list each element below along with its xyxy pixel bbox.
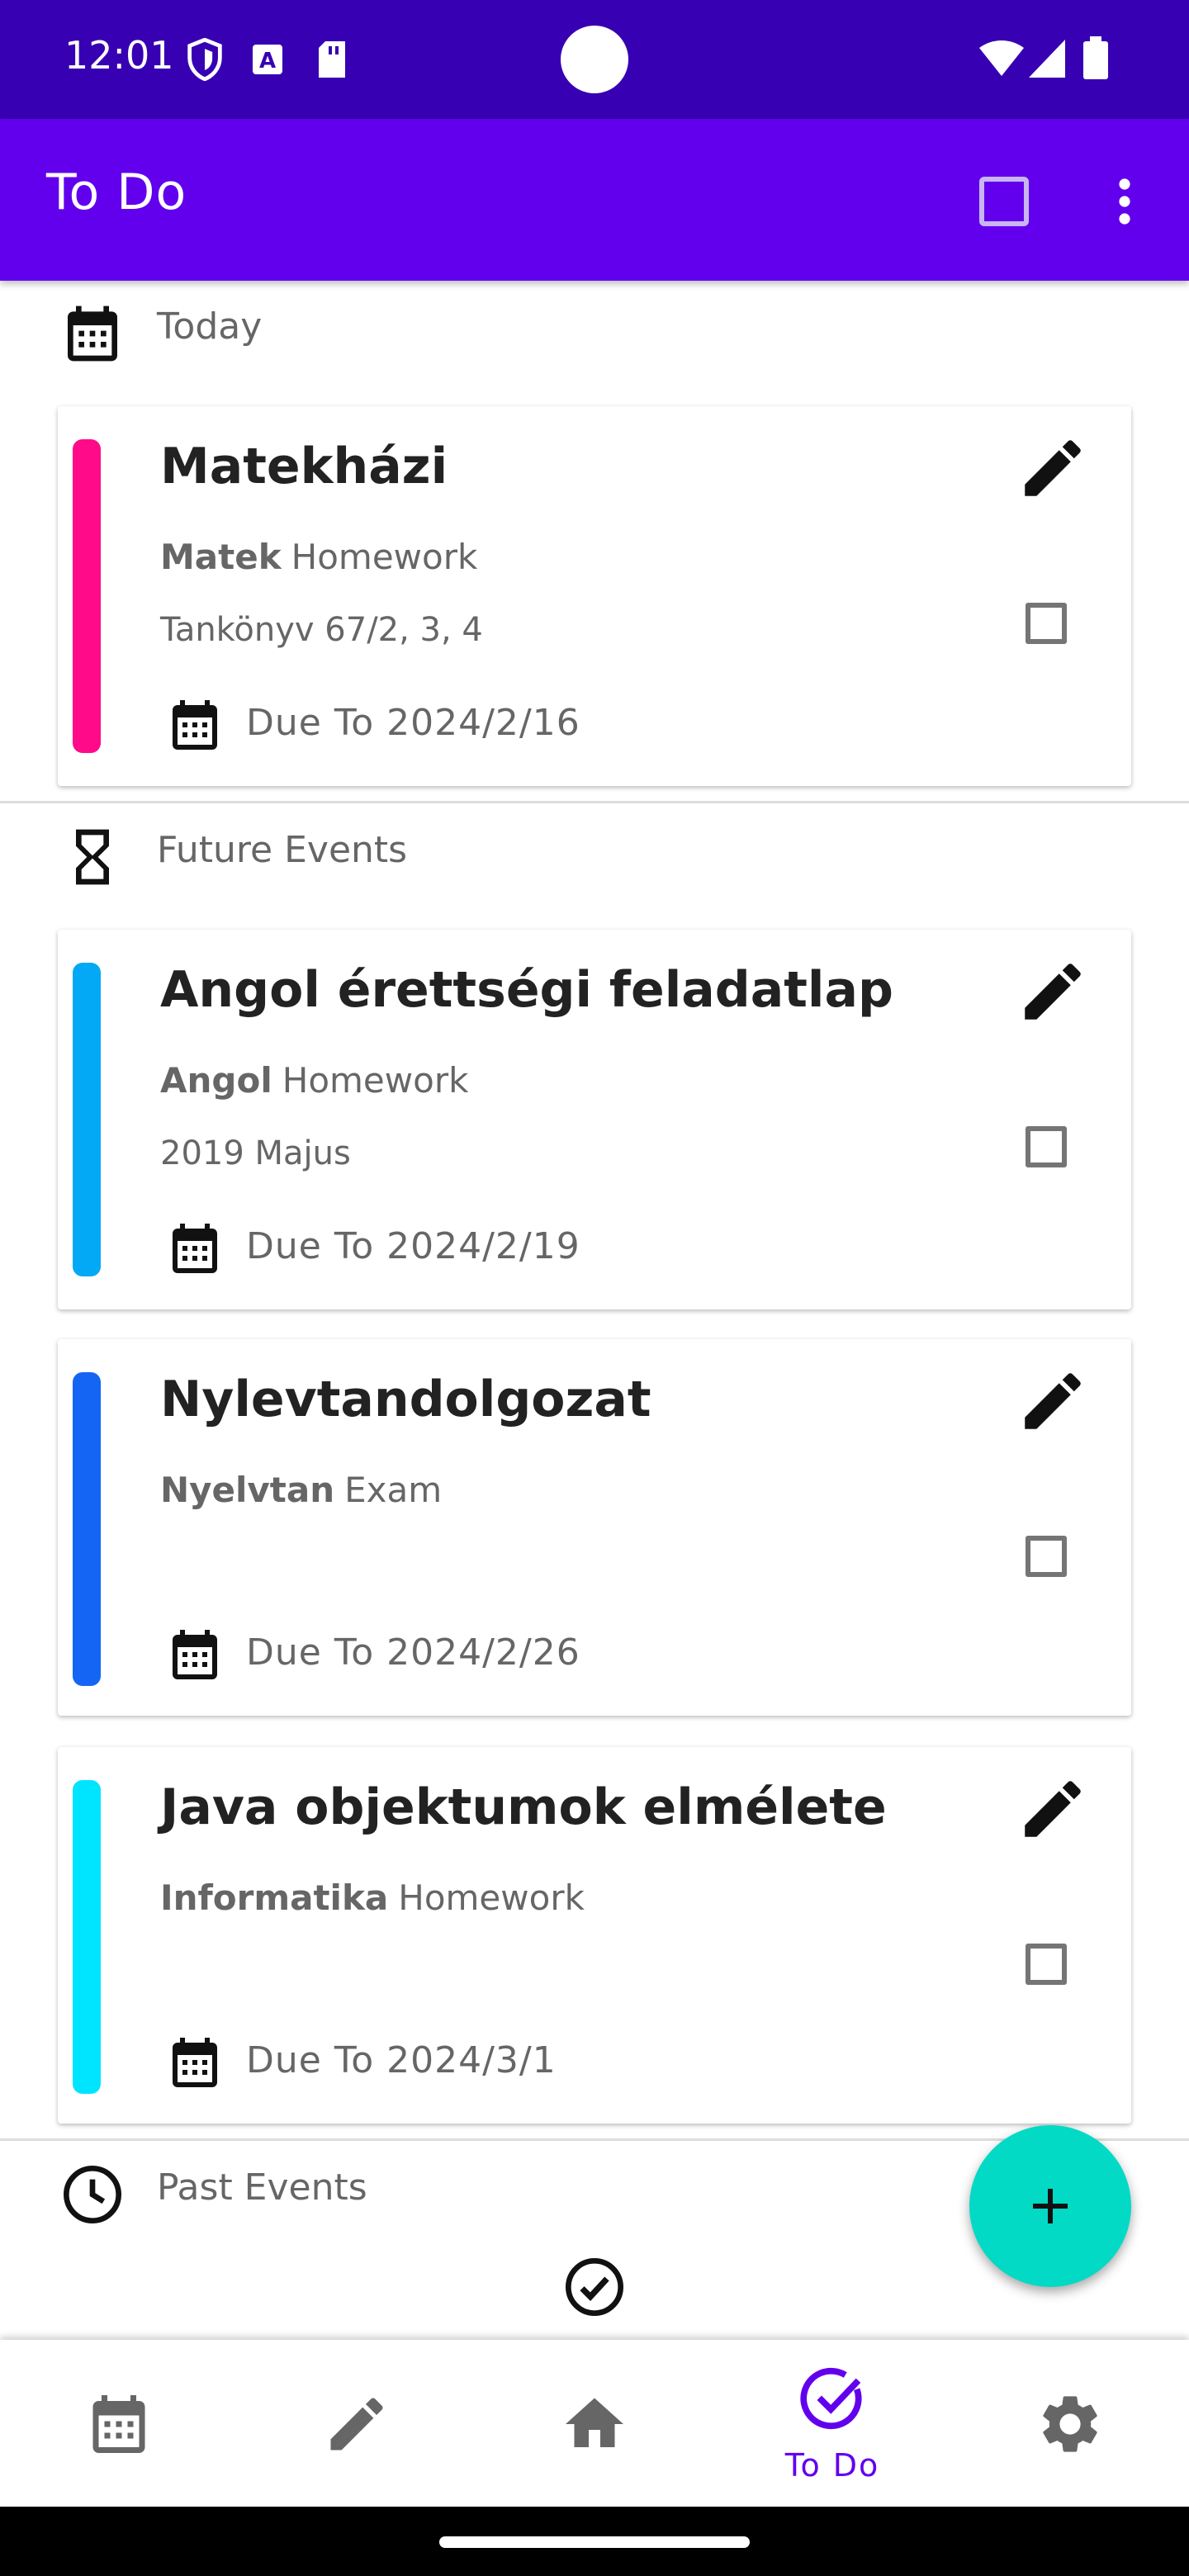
task-title: Java objektumok elmélete — [160, 1778, 887, 1836]
task-due-date: Due To 2024/2/19 — [246, 1225, 580, 1267]
section-today: Today — [0, 281, 1189, 380]
plus-icon — [1033, 2189, 1068, 2223]
section-label-past: Past Events — [157, 2166, 367, 2209]
task-due-date: Due To 2024/3/1 — [246, 2039, 557, 2081]
more-vert-icon[interactable] — [1095, 168, 1154, 234]
app-bar: To Do — [0, 119, 1189, 281]
font-a-icon: A — [253, 45, 282, 74]
shield-icon — [187, 38, 222, 81]
calendar-icon — [173, 700, 217, 750]
subject-color-stripe — [73, 1780, 101, 2094]
edit-icon[interactable] — [1016, 1364, 1090, 1438]
task-subject: Informatika Homework — [160, 1878, 585, 1918]
task-title: Angol érettségi feladatlap — [160, 961, 893, 1019]
section-label-future: Future Events — [157, 829, 408, 871]
task-title: Nylevtandolgozat — [160, 1371, 651, 1428]
task-description: Tankönyv 67/2, 3, 4 — [160, 611, 483, 649]
bottom-navigation: To Do — [0, 2340, 1189, 2507]
hourglass-icon — [76, 829, 109, 885]
task-done-checkbox[interactable] — [1026, 1944, 1067, 1985]
svg-text:A: A — [259, 49, 276, 73]
select-all-checkbox-icon[interactable] — [974, 172, 1034, 231]
task-card[interactable]: Java objektumok elmélete Informatika Home… — [58, 1747, 1131, 2124]
battery-icon — [1083, 36, 1108, 79]
edit-icon[interactable] — [1016, 1772, 1090, 1846]
check-circle-icon — [566, 2258, 623, 2316]
section-label-today: Today — [157, 305, 263, 348]
edit-icon — [330, 2398, 383, 2451]
nav-home[interactable] — [476, 2340, 713, 2507]
task-type: Exam — [344, 1470, 443, 1510]
subject-name: Angol — [160, 1060, 272, 1101]
task-description: 2019 Majus — [160, 1134, 351, 1172]
front-camera — [561, 26, 628, 93]
subject-name: Matek — [160, 537, 282, 577]
clock-icon — [64, 2166, 121, 2223]
task-due-date: Due To 2024/2/26 — [246, 1631, 580, 1674]
todo-list[interactable]: Today Matekházi Matek Homework Tankönyv 6… — [0, 281, 1189, 2340]
nav-notes[interactable] — [238, 2340, 476, 2507]
add-task-button[interactable] — [969, 2125, 1131, 2287]
calendar-icon — [68, 305, 117, 362]
gesture-navigation-bar — [0, 2507, 1189, 2576]
nav-todo[interactable]: To Do — [713, 2340, 951, 2507]
task-subject: Nyelvtan Exam — [160, 1470, 442, 1510]
nav-settings[interactable] — [951, 2340, 1189, 2507]
task-subject: Matek Homework — [160, 537, 477, 577]
subject-color-stripe — [73, 1372, 101, 1686]
status-bar: 12:01 A — [0, 0, 1189, 119]
nav-todo-label: To Do — [784, 2447, 880, 2484]
task-card[interactable]: Nylevtandolgozat Nyelvtan Exam Due To 202… — [58, 1339, 1131, 1716]
calendar-icon — [173, 1630, 217, 1679]
task-done-checkbox[interactable] — [1026, 603, 1067, 644]
status-time: 12:01 — [64, 33, 174, 78]
subject-name: Nyelvtan — [160, 1470, 335, 1510]
page-title: To Do — [46, 163, 187, 221]
subject-color-stripe — [73, 963, 101, 1276]
task-card[interactable]: Matekházi Matek Homework Tankönyv 67/2, 3… — [58, 406, 1131, 786]
home-gesture-handle[interactable] — [439, 2536, 750, 2548]
divider — [0, 801, 1189, 803]
sd-card-icon — [319, 41, 345, 78]
edit-icon[interactable] — [1016, 431, 1090, 505]
task-card[interactable]: Angol érettségi feladatlap Angol Homework… — [58, 930, 1131, 1309]
section-future-events: Future Events — [0, 804, 1189, 903]
calendar-icon — [173, 2038, 217, 2087]
signal-icon — [1029, 40, 1065, 78]
nav-calendar[interactable] — [0, 2340, 238, 2507]
check-circle-icon — [800, 2367, 862, 2430]
edit-icon[interactable] — [1016, 954, 1090, 1029]
task-done-checkbox[interactable] — [1026, 1126, 1067, 1167]
home-icon — [566, 2398, 623, 2447]
task-type: Homework — [291, 537, 478, 577]
gear-icon — [1043, 2396, 1097, 2452]
task-subject: Angol Homework — [160, 1060, 468, 1101]
subject-color-stripe — [73, 439, 101, 753]
task-title: Matekházi — [160, 438, 448, 495]
task-due-date: Due To 2024/2/16 — [246, 702, 580, 744]
calendar-icon — [173, 1224, 217, 1273]
subject-name: Informatika — [160, 1878, 389, 1918]
task-type: Homework — [282, 1060, 469, 1101]
wifi-icon — [979, 40, 1024, 76]
calendar-icon — [92, 2395, 145, 2453]
task-done-checkbox[interactable] — [1026, 1536, 1067, 1577]
task-type: Homework — [398, 1878, 585, 1918]
